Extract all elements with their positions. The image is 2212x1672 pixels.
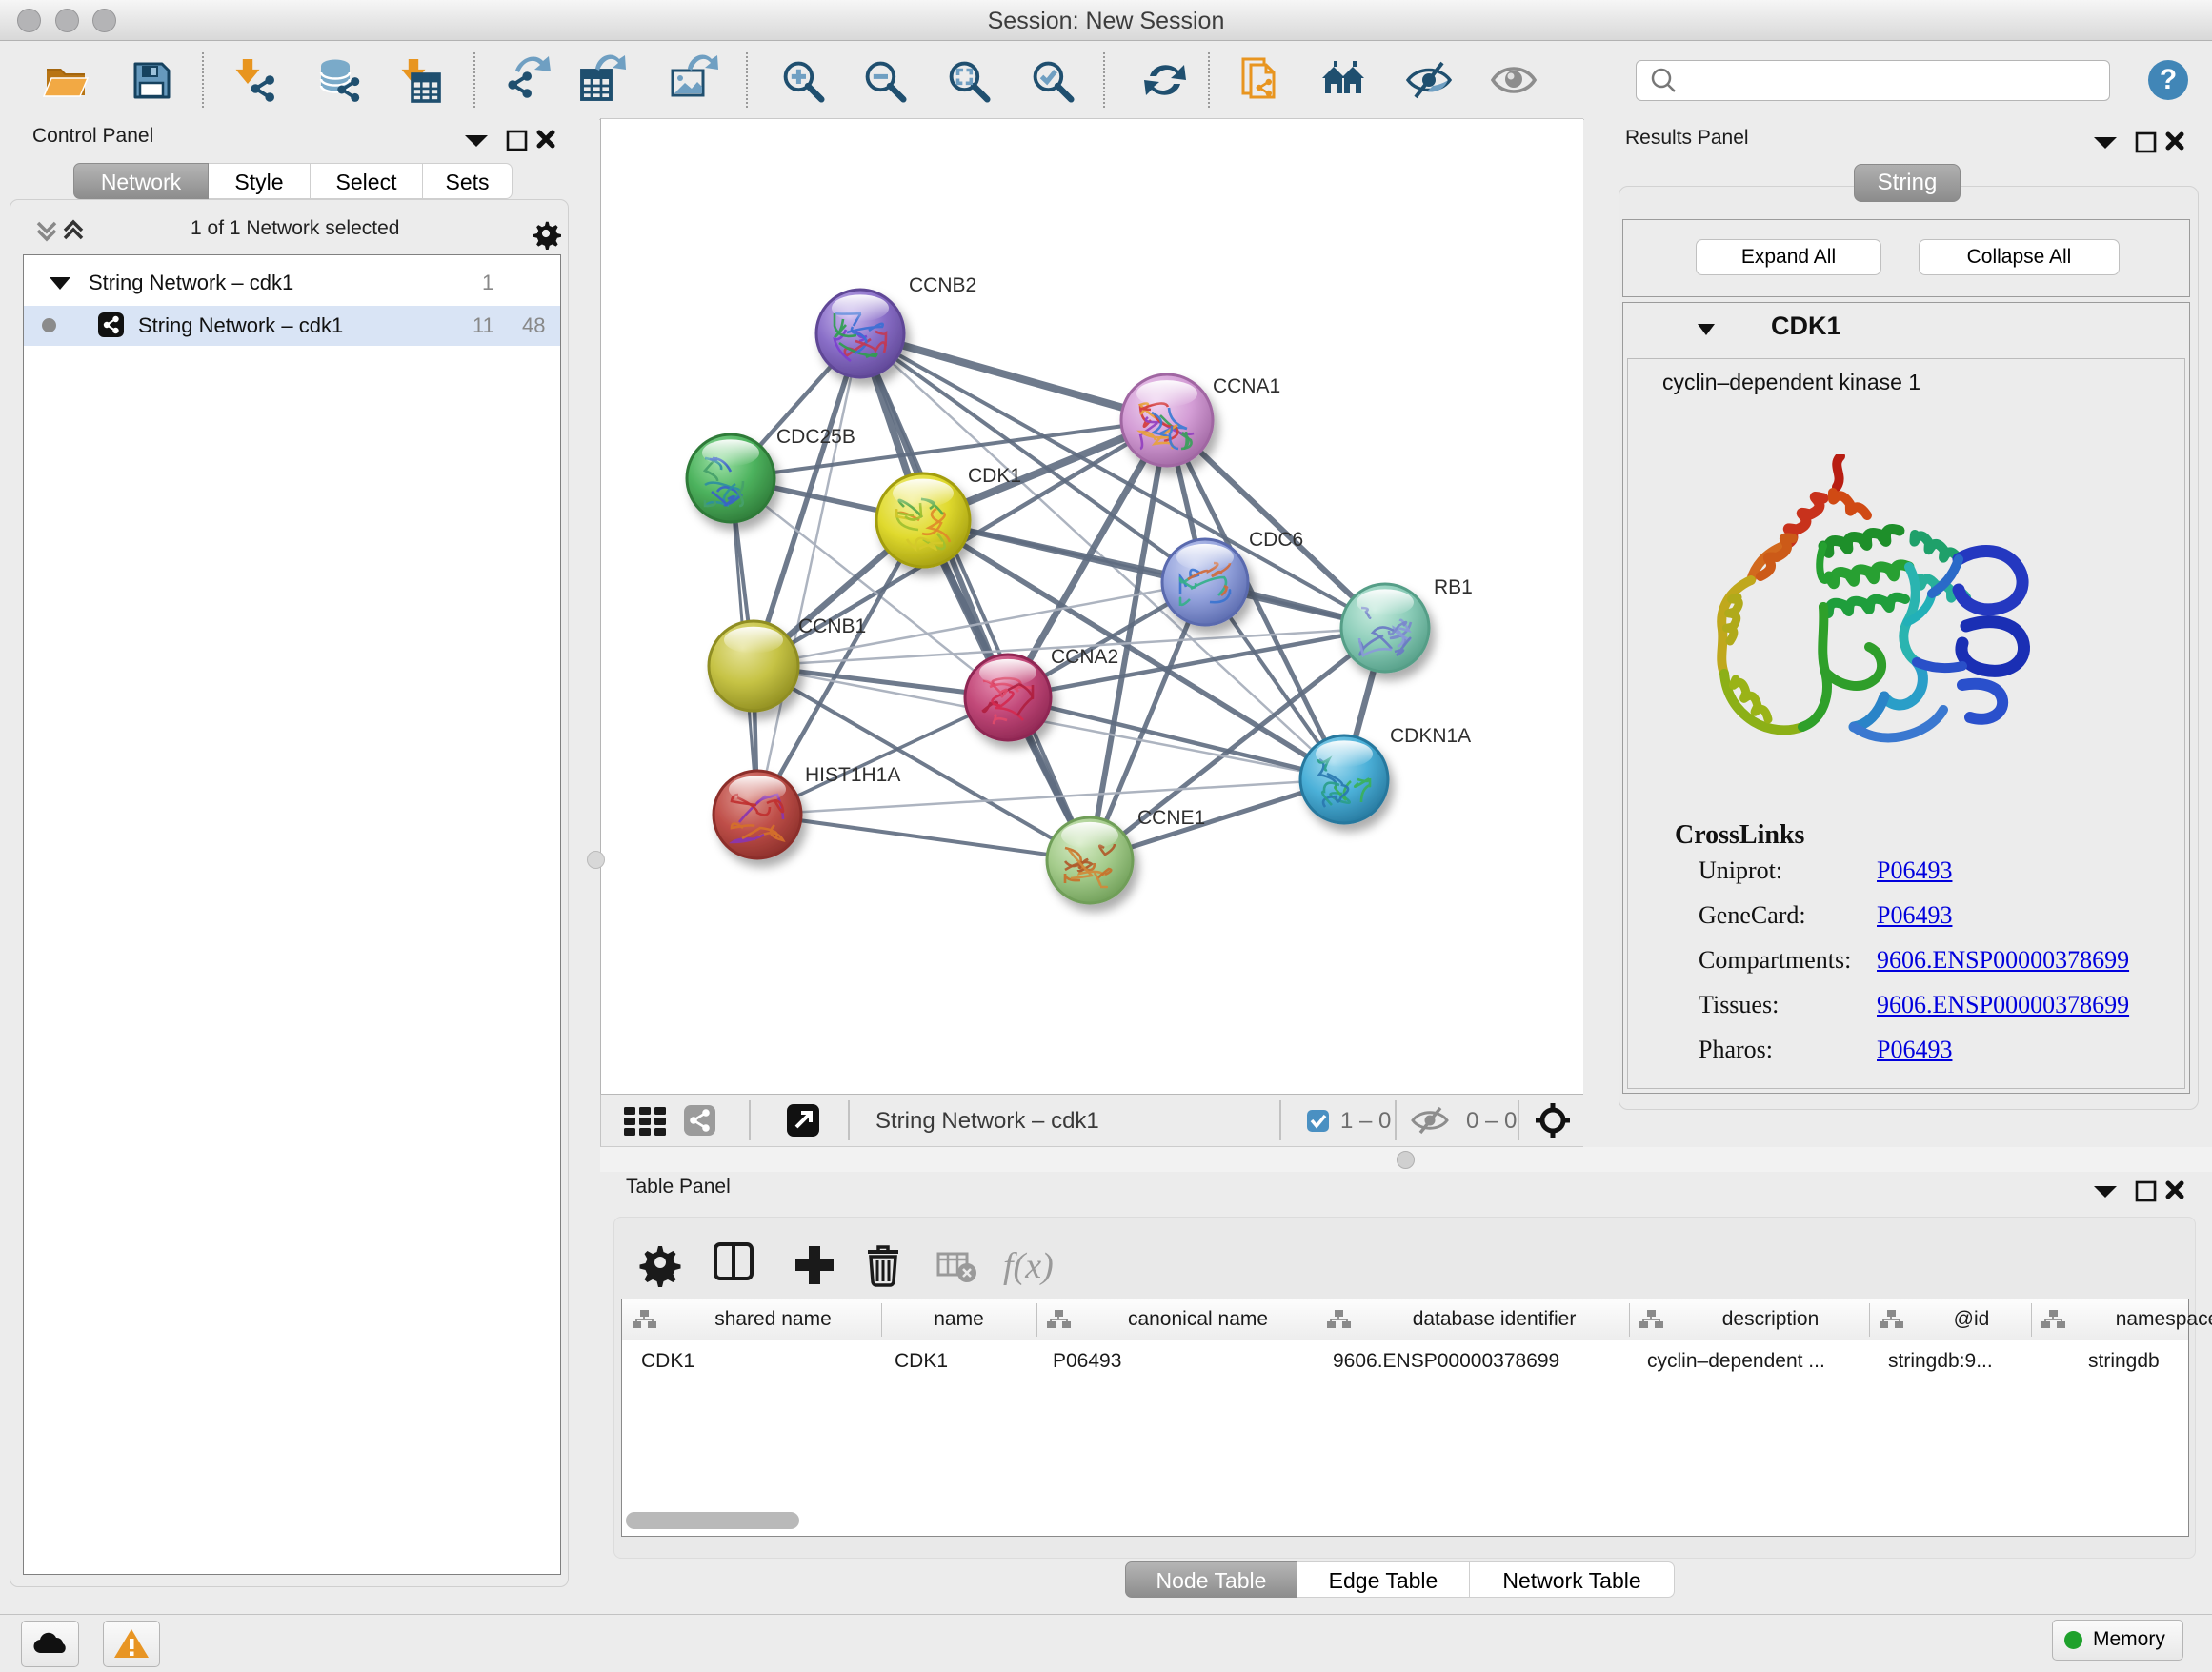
svg-text:CDC6: CDC6 [1249, 529, 1303, 551]
svg-text:1 – 0: 1 – 0 [1340, 1108, 1391, 1134]
svg-text:CCNE1: CCNE1 [1137, 807, 1205, 829]
svg-text:CCNA2: CCNA2 [1051, 646, 1118, 668]
svg-text:HIST1H1A: HIST1H1A [805, 764, 900, 786]
svg-text:CDC25B: CDC25B [776, 426, 855, 448]
svg-text:String Network – cdk1: String Network – cdk1 [875, 1108, 1099, 1134]
svg-text:CDKN1A: CDKN1A [1390, 725, 1471, 747]
svg-text:CCNA1: CCNA1 [1213, 375, 1280, 397]
svg-text:CDK1: CDK1 [968, 465, 1021, 487]
svg-text:CCNB2: CCNB2 [909, 274, 976, 296]
svg-text:CCNB1: CCNB1 [798, 615, 866, 637]
svg-text:0 – 0: 0 – 0 [1466, 1108, 1517, 1134]
svg-text:RB1: RB1 [1434, 576, 1473, 598]
svg-text:f(x): f(x) [1003, 1246, 1054, 1286]
